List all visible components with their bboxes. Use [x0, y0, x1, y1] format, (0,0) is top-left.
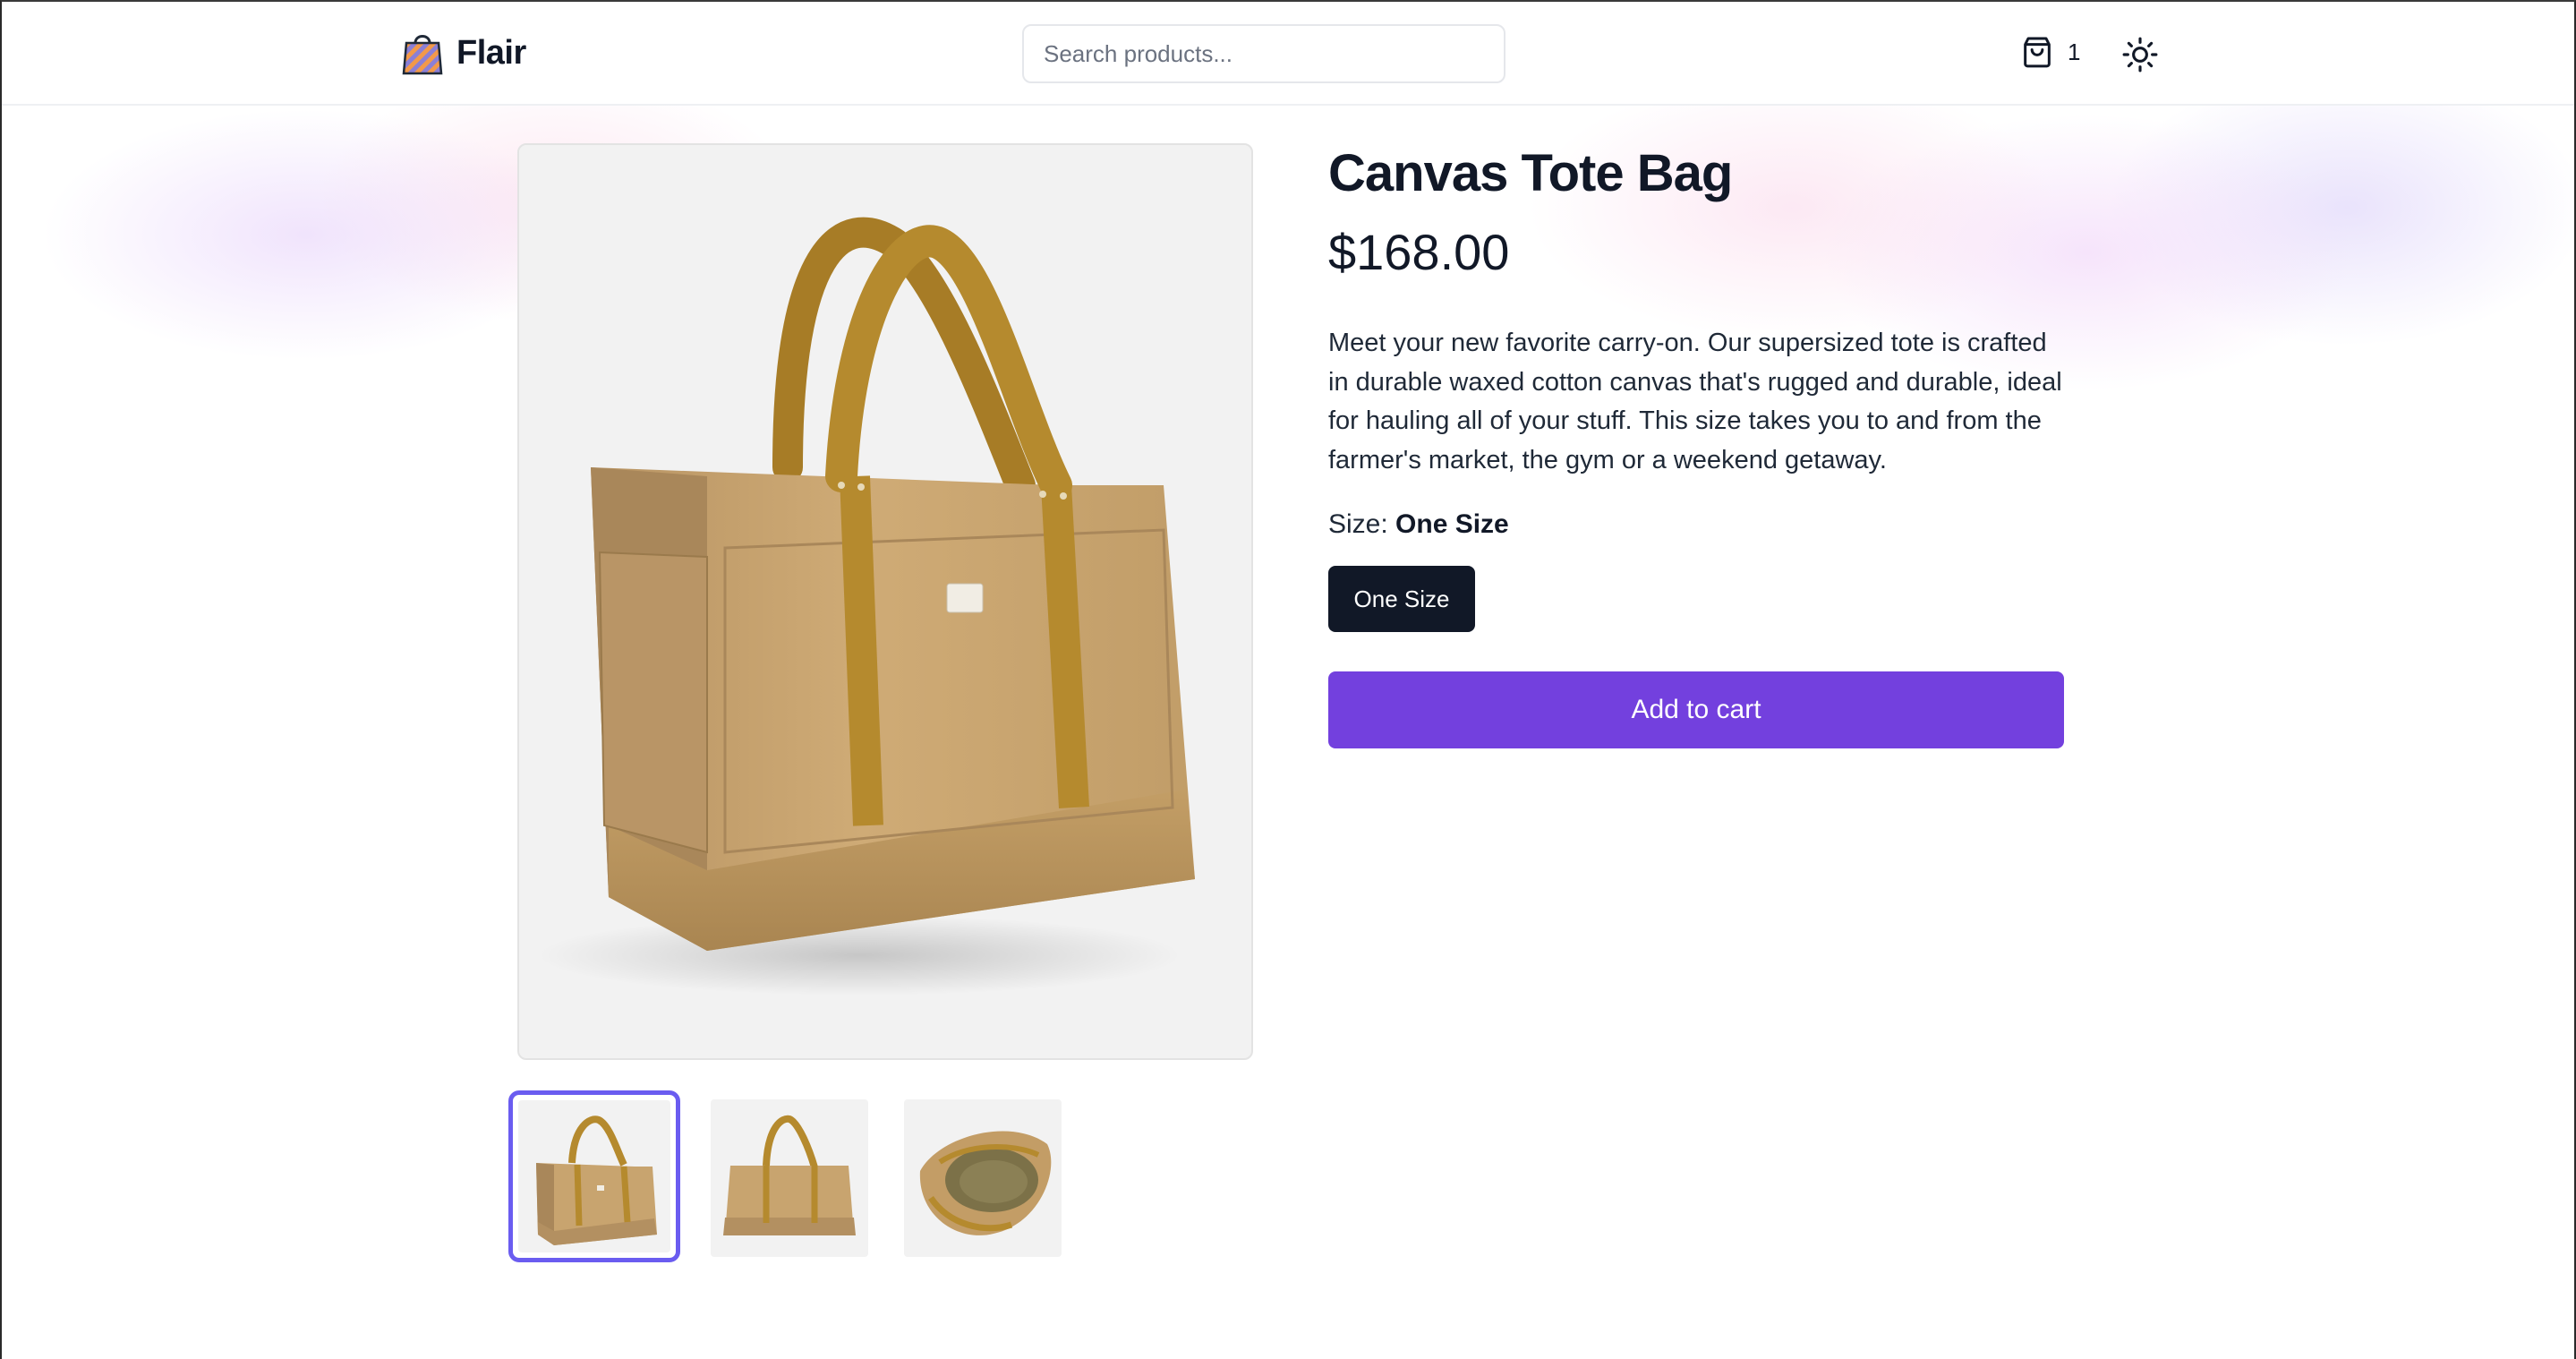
product-main-image[interactable]: [517, 143, 1253, 1060]
thumbnail-1[interactable]: [508, 1090, 680, 1262]
brand-name: Flair: [456, 33, 526, 72]
thumbnail-2[interactable]: [711, 1099, 868, 1257]
selected-size-value: One Size: [1395, 509, 1509, 539]
product-page: Flair 1: [0, 0, 2576, 1359]
cart-button[interactable]: 1: [2019, 34, 2080, 70]
search-input[interactable]: [1022, 24, 1506, 83]
thumbnail-3[interactable]: [904, 1099, 1062, 1257]
sun-icon: [2122, 37, 2158, 73]
tote-open-thumbnail-icon: [919, 1131, 1052, 1235]
product-info: Canvas Tote Bag $168.00 Meet your new fa…: [1328, 136, 2064, 748]
tote-bag-image: [537, 217, 1195, 996]
brand-logo[interactable]: Flair: [401, 29, 526, 77]
product-description: Meet your new favorite carry-on. Our sup…: [1328, 329, 2062, 474]
theme-toggle-button[interactable]: [2121, 36, 2159, 73]
cart-count-badge: 1: [2068, 38, 2081, 65]
size-label: Size:: [1328, 509, 1396, 539]
tote-back-thumbnail-icon: [723, 1115, 856, 1235]
shopping-bag-icon: [2024, 37, 2051, 68]
add-to-cart-button[interactable]: Add to cart: [1328, 671, 2064, 748]
top-nav: Flair 1: [2, 2, 2574, 106]
shopping-bag-logo-icon: [402, 35, 443, 75]
size-option-one-size[interactable]: One Size: [1328, 566, 1475, 632]
product-title: Canvas Tote Bag: [1328, 144, 1733, 202]
size-selection-label: Size: One Size: [1328, 505, 2064, 544]
product-price: $168.00: [1328, 224, 1510, 280]
tote-front-thumbnail-icon: [536, 1115, 657, 1245]
background-glow: [2, 100, 2574, 566]
